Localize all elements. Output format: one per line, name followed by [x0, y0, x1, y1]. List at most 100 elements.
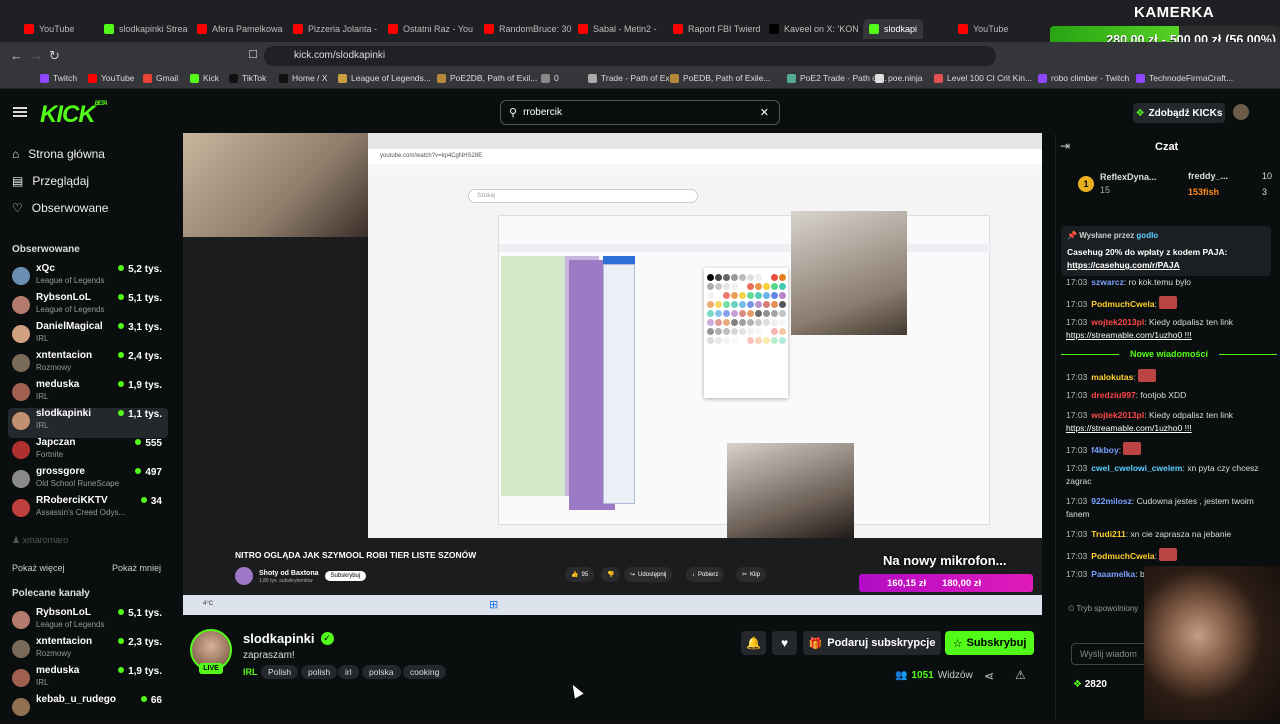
chat-username[interactable]: Paaamelka [1091, 569, 1135, 579]
stream-tag[interactable]: polska [362, 665, 401, 679]
bookmark-item[interactable]: poe.ninja [875, 73, 923, 83]
show-more-link[interactable]: Pokaż więcej [12, 563, 65, 573]
bookmark-favicon-icon [875, 73, 884, 83]
stream-tag[interactable]: irl [338, 665, 359, 679]
browser-tab[interactable]: Pizzeria Jolanta - [293, 19, 377, 39]
collapse-chat-icon[interactable]: ⇥ [1060, 139, 1070, 153]
clear-search-icon[interactable]: ✕ [760, 106, 769, 119]
chat-username[interactable]: wojtek2013pl [1091, 410, 1144, 420]
chat-username[interactable]: Trudi211 [1091, 529, 1126, 539]
stream-category[interactable]: IRL [243, 667, 258, 677]
bookmark-item[interactable]: Trade - Path of Exile [588, 73, 678, 83]
bookmark-item[interactable]: Home / X [279, 73, 327, 83]
sidebar-channel-japczan[interactable]: Japczan Fortnite 555 [8, 437, 168, 467]
browser-tab[interactable]: slodkapi [863, 19, 924, 39]
follow-heart-button[interactable]: ♥ [772, 631, 797, 655]
palette-swatch [763, 337, 770, 344]
browser-tab[interactable]: Sabal - Metin2 - [578, 19, 657, 39]
chat-username[interactable]: dredziu997 [1091, 390, 1135, 400]
search-input[interactable]: ⚲ rrobercik ✕ [500, 100, 780, 125]
bookmark-item[interactable]: PoEDB, Path of Exile... [670, 73, 770, 83]
bookmark-icon[interactable]: ☐ [248, 48, 258, 61]
bookmark-item[interactable]: Gmail [143, 73, 178, 83]
sidebar-channel-meduska[interactable]: meduska IRL 1,9 tys. [8, 379, 168, 409]
bookmark-item[interactable]: robo climber - Twitch [1038, 73, 1129, 83]
menu-icon[interactable] [13, 107, 27, 117]
palette-swatch [723, 301, 730, 308]
palette-swatch [707, 319, 714, 326]
bookmark-item[interactable]: 0 [541, 73, 559, 83]
bookmark-item[interactable]: PoE2 Trade - Path of... [787, 73, 886, 83]
browser-tab[interactable]: YouTube [958, 19, 1008, 39]
leader-value: 15 [1100, 185, 1111, 195]
bookmark-item[interactable]: Level 100 CI Crit Kin... [934, 73, 1032, 83]
chat-message: 17:03 Trudi211: xn cie zaprasza na jebani… [1066, 529, 1232, 539]
palette-swatch [779, 292, 786, 299]
kick-logo[interactable]: KICKBETA [40, 101, 108, 129]
chat-username[interactable]: wojtek2013pl [1091, 317, 1144, 327]
bookmark-item[interactable]: League of Legends... [338, 73, 431, 83]
url-field[interactable]: kick.com/slodkapinki [264, 46, 996, 66]
stream-tag[interactable]: polish [301, 665, 338, 679]
browser-tab[interactable]: YouTube [24, 19, 74, 39]
chat-link[interactable]: https://streamable.com/1uzho0 !!! [1066, 330, 1192, 340]
browser-tab[interactable]: slodkapinki Strea [104, 19, 188, 39]
stream-tag[interactable]: Polish [261, 665, 299, 679]
chat-text: ro kok.temu bylo [1128, 277, 1191, 287]
chat-username[interactable]: PodmuchCwela [1091, 299, 1154, 309]
chat-username[interactable]: szwarcz [1091, 277, 1124, 287]
gift-subs-button[interactable]: 🎁 Podaruj subskrypcje [803, 631, 941, 655]
video-player[interactable]: youtube.com/watch?v=kp4CgNHS28E Szukaj N… [183, 133, 1042, 615]
sidebar-nav-following[interactable]: ♡ Obserwowane [12, 201, 108, 215]
forward-arrow-icon[interactable]: → [30, 48, 43, 63]
subscribe-button[interactable]: ☆ Subskrybuj [945, 631, 1034, 655]
reload-icon[interactable]: ↻ [49, 48, 60, 64]
browser-tab[interactable]: Raport FBI Twierd [673, 19, 760, 39]
sidebar-channel-xqc[interactable]: xQc League of Legends 5,2 tys. [8, 263, 168, 293]
sidebar-channel-xntentacion[interactable]: xntentacion Rozmowy 2,3 tys. [8, 636, 168, 666]
report-icon[interactable]: ⚠ [1015, 668, 1026, 682]
chat-username[interactable]: cwel_cwelowi_cwelem [1091, 463, 1182, 473]
chat-username[interactable]: malokutas [1091, 372, 1133, 382]
sidebar-channel-slodkapinki[interactable]: slodkapinki IRL 1,1 tys. [8, 408, 168, 438]
sidebar-channel-rrobercikktv[interactable]: RRoberciKKTV Assassin's Creed Odys... 34 [8, 495, 168, 525]
bookmark-item[interactable]: TikTok [229, 73, 266, 83]
bookmark-item[interactable]: PoE2DB, Path of Exil... [437, 73, 537, 83]
share-icon[interactable]: ⋖ [984, 669, 994, 683]
palette-swatch [715, 310, 722, 317]
show-less-link[interactable]: Pokaż mniej [112, 563, 161, 573]
bookmark-item[interactable]: Kick [190, 73, 219, 83]
palette-swatch [707, 328, 714, 335]
bookmark-item[interactable]: TechnodeFirmaCraft... [1136, 73, 1233, 83]
sidebar-channel-danielmagical[interactable]: DanielMagical IRL 3,1 tys. [8, 321, 168, 351]
sidebar-nav-home[interactable]: ⌂ Strona główna [12, 147, 105, 161]
chat-username[interactable]: f4kboy [1091, 445, 1118, 455]
stream-tag[interactable]: cooking [403, 665, 447, 679]
sidebar-channel-grossgore[interactable]: grossgore Old School RuneScape 497 [8, 466, 168, 496]
channel-name: Shoty od Baxtona [259, 569, 319, 577]
browser-tab[interactable]: Afera Pamelkowa [197, 19, 283, 39]
bookmark-label: Home / X [292, 73, 328, 83]
browser-tab[interactable]: RandomBruce: 30 [484, 19, 572, 39]
get-kicks-button[interactable]: ❖ Zdobądź KICKs [1133, 103, 1225, 123]
sidebar-channel-meduska[interactable]: meduska IRL 1,9 tys. [8, 665, 168, 695]
browser-tab[interactable]: Ostatni Raz - You [388, 19, 473, 39]
chat-link[interactable]: https://streamable.com/1uzho0 !!! [1066, 423, 1192, 433]
sidebar-channel-xntentacion[interactable]: xntentacion Rozmowy 2,4 tys. [8, 350, 168, 380]
browser-tab[interactable]: Kaveel on X: 'KON [769, 19, 859, 39]
pinned-link[interactable]: https://casehug.com/r/PAJA [1067, 260, 1180, 270]
notification-bell-button[interactable]: 🔔 [741, 631, 766, 655]
offline-channel[interactable]: ♟ xmaromaro [12, 535, 68, 546]
sidebar-nav-browse[interactable]: ▤ Przeglądaj [12, 174, 89, 188]
back-arrow-icon[interactable]: ← [10, 48, 23, 63]
bookmark-item[interactable]: Twitch [40, 73, 77, 83]
chat-username[interactable]: PodmuchCwela [1091, 551, 1154, 561]
streamer-name[interactable]: slodkapinki ✓ [243, 631, 334, 646]
chat-username[interactable]: 922milosz [1091, 496, 1132, 506]
sidebar-channel-rybsonlol[interactable]: RybsonLoL League of Legends 5,1 tys. [8, 292, 168, 322]
bookmark-item[interactable]: YouTube [88, 73, 134, 83]
sidebar-channel-rybsonlol[interactable]: RybsonLoL League of Legends 5,1 tys. [8, 607, 168, 637]
palette-swatch [723, 292, 730, 299]
user-avatar[interactable] [1233, 104, 1249, 120]
pinned-message[interactable]: 📌 Wysłane przez godlo Casehug 20% do wpł… [1061, 226, 1271, 276]
